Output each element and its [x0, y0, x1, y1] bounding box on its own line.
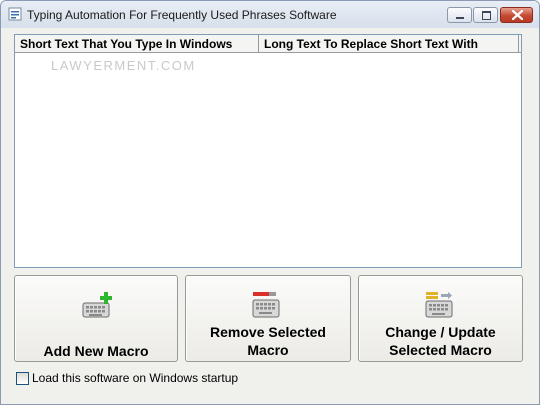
remove-macro-label-line2: Macro — [247, 342, 289, 358]
title-bar[interactable]: Typing Automation For Frequently Used Ph… — [1, 1, 539, 28]
keyboard-update-icon — [424, 291, 456, 326]
main-window: Typing Automation For Frequently Used Ph… — [0, 0, 540, 405]
add-macro-button[interactable]: Add New Macro — [14, 275, 178, 362]
add-macro-label: Add New Macro — [43, 343, 149, 359]
column-header-short-text[interactable]: Short Text That You Type In Windows — [15, 35, 259, 53]
remove-macro-button[interactable]: Remove Selected Macro — [185, 275, 351, 362]
maximize-button[interactable] — [473, 7, 498, 23]
list-header: Short Text That You Type In Windows Long… — [15, 35, 521, 53]
remove-macro-label: Remove Selected Macro — [186, 323, 350, 359]
window-title: Typing Automation For Frequently Used Ph… — [27, 8, 337, 22]
startup-checkbox[interactable] — [16, 372, 29, 385]
close-button[interactable] — [500, 7, 533, 23]
change-macro-label: Change / Update Selected Macro — [359, 323, 522, 359]
change-macro-label-line2: Selected Macro — [389, 342, 492, 358]
remove-macro-label-line1: Remove Selected — [210, 324, 326, 340]
startup-label[interactable]: Load this software on Windows startup — [32, 371, 238, 385]
minimize-button[interactable] — [447, 7, 472, 23]
keyboard-remove-icon — [251, 291, 283, 326]
change-macro-label-line1: Change / Update — [385, 324, 496, 340]
keyboard-add-icon — [81, 291, 113, 326]
column-header-long-text[interactable]: Long Text To Replace Short Text With — [259, 35, 519, 53]
app-icon — [8, 7, 22, 21]
close-icon — [512, 10, 523, 20]
watermark: LAWYERMENT.COM — [51, 58, 196, 73]
change-macro-button[interactable]: Change / Update Selected Macro — [358, 275, 523, 362]
column-header-filler — [519, 35, 521, 53]
